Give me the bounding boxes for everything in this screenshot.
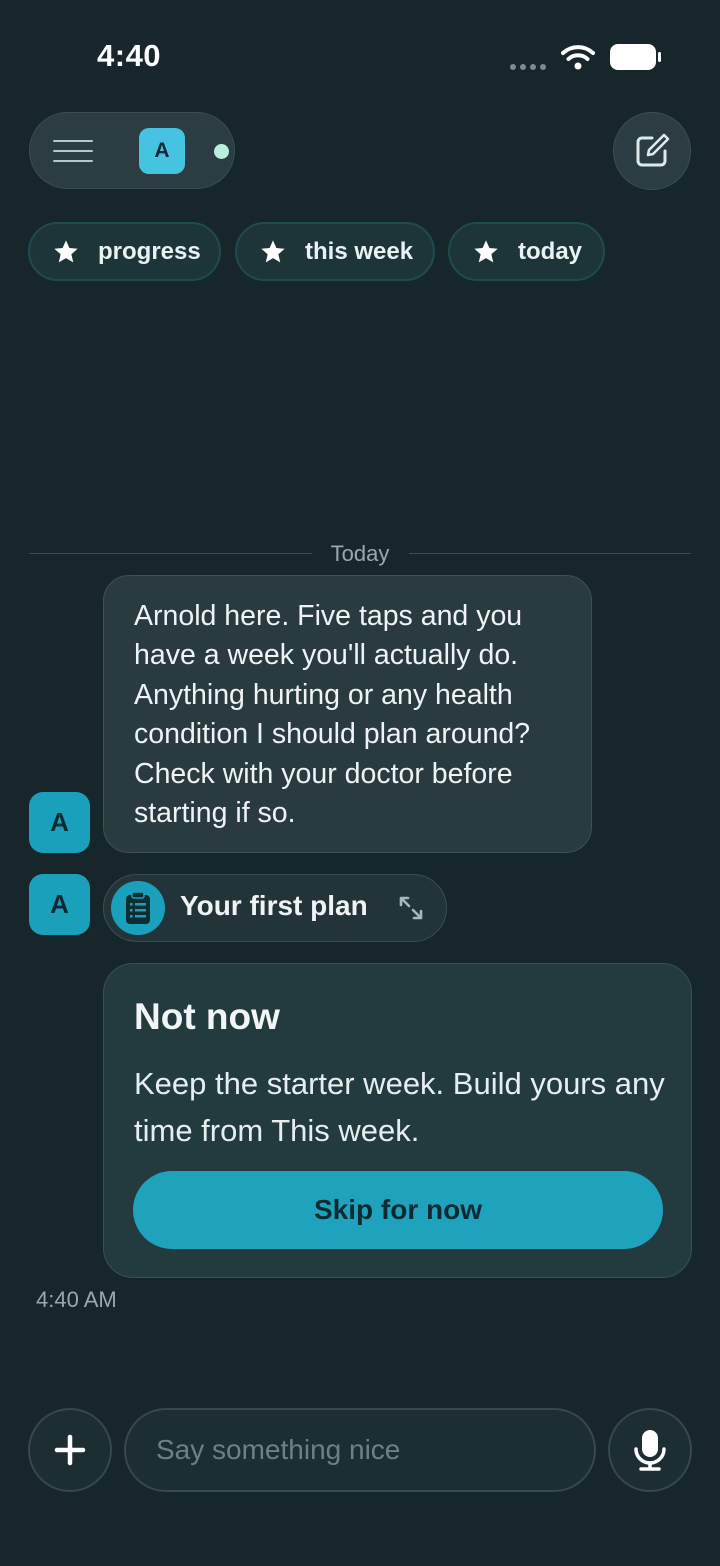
chip-label: today bbox=[518, 237, 583, 265]
chip-this-week[interactable]: this week bbox=[235, 222, 435, 281]
card-title: Not now bbox=[134, 996, 280, 1037]
menu-icon[interactable] bbox=[53, 140, 93, 162]
wifi-icon bbox=[561, 45, 595, 70]
assistant-avatar[interactable]: A bbox=[139, 128, 185, 174]
add-attachment-button[interactable] bbox=[28, 1408, 112, 1492]
cellular-signal-icon bbox=[510, 64, 546, 70]
online-status-dot bbox=[214, 144, 229, 159]
message-timestamp: 4:40 AM bbox=[36, 1287, 117, 1312]
chip-progress[interactable]: progress bbox=[28, 222, 221, 281]
divider-line-right bbox=[409, 553, 691, 554]
chip-today[interactable]: today bbox=[448, 222, 605, 281]
message-avatar: A bbox=[29, 874, 90, 935]
chip-label: progress bbox=[98, 237, 201, 265]
plus-icon bbox=[54, 1434, 86, 1466]
expand-icon[interactable] bbox=[398, 895, 424, 921]
skip-for-now-button[interactable]: Skip for now bbox=[133, 1171, 663, 1249]
message-input[interactable] bbox=[124, 1408, 596, 1492]
message-avatar: A bbox=[29, 792, 90, 853]
chip-label: this week bbox=[305, 237, 414, 265]
divider-line-left bbox=[29, 553, 312, 554]
status-time: 4:40 bbox=[97, 38, 162, 73]
microphone-button[interactable] bbox=[608, 1408, 692, 1492]
compose-button[interactable] bbox=[613, 112, 691, 190]
compose-icon bbox=[636, 133, 670, 167]
battery-icon bbox=[610, 44, 661, 70]
star-icon bbox=[54, 239, 78, 262]
star-icon bbox=[474, 239, 498, 262]
star-icon bbox=[261, 239, 285, 262]
card-body: Keep the starter week. Build yours any t… bbox=[134, 1066, 665, 1148]
message-text: Arnold here. Five taps and you have a we… bbox=[134, 600, 531, 830]
plan-icon-circle bbox=[111, 881, 165, 935]
plan-attachment-label: Your first plan bbox=[180, 890, 368, 921]
clipboard-icon bbox=[126, 891, 150, 924]
microphone-icon bbox=[634, 1430, 666, 1471]
date-divider-label: Today bbox=[330, 541, 390, 566]
